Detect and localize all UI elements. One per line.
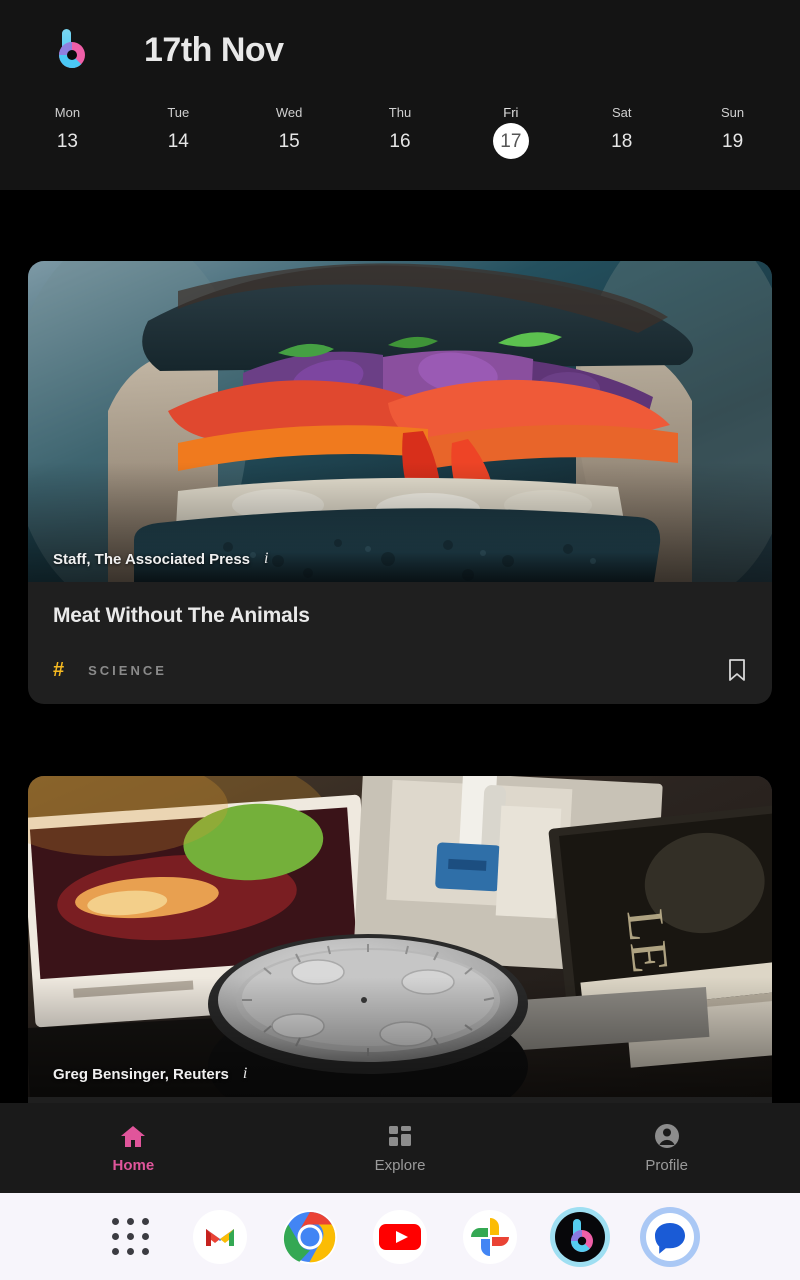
calendar-day-sat[interactable]: Sat 18 [566,100,677,186]
grid-icon [388,1123,412,1149]
header-top-row: 17th Nov [0,0,800,100]
news-card[interactable]: Staff, The Associated Press i Meat Witho… [28,261,772,704]
day-number: 15 [278,130,300,152]
app-screen: 17th Nov Mon 13 Tue 14 Wed 15 Thu 16 Fri… [0,0,800,1280]
day-name: Tue [167,105,190,120]
youtube-icon[interactable] [368,1205,432,1269]
day-number: 14 [167,130,189,152]
google-photos-icon[interactable] [458,1205,522,1269]
card-title: Meat Without The Animals [53,604,310,627]
day-name: Thu [388,105,412,120]
page-title: 17th Nov [144,30,284,69]
nav-label: Profile [645,1156,688,1174]
card-tag[interactable]: SCIENCE [88,663,167,678]
day-number: 13 [56,130,78,152]
day-number: 16 [389,130,411,152]
app-drawer-dots [111,1218,149,1255]
app-header: 17th Nov Mon 13 Tue 14 Wed 15 Thu 16 Fri… [0,0,800,190]
nav-item-explore[interactable]: Explore [267,1123,534,1174]
day-number-circle: 16 [382,123,418,159]
day-number-circle: 15 [271,123,307,159]
day-name: Mon [54,105,81,120]
card-byline: Staff, The Associated Press i [53,550,268,568]
bundle-app-icon[interactable] [548,1205,612,1269]
account-circle-icon [654,1123,680,1149]
day-number-circle: 13 [49,123,85,159]
google-messages-icon[interactable] [638,1205,702,1269]
day-name: Wed [275,105,303,120]
gmail-icon[interactable] [188,1205,252,1269]
day-name: Sun [721,105,745,120]
calendar-day-thu[interactable]: Thu 16 [345,100,456,186]
app-drawer-icon[interactable] [98,1205,162,1269]
bottom-navigation-bar: Home Explore Profile [0,1103,800,1193]
system-dock [0,1193,800,1280]
bookmark-icon[interactable] [727,658,747,682]
card-body: Meat Without The Animals # SCIENCE [28,582,772,704]
hash-icon: # [53,659,65,681]
day-number: 18 [611,130,633,152]
card-byline: Greg Bensinger, Reuters i [53,1065,247,1083]
nav-item-home[interactable]: Home [0,1123,267,1174]
card-meta-row: # SCIENCE [53,658,747,682]
info-italic-icon[interactable]: i [264,550,268,568]
day-number-circle: 19 [715,123,751,159]
calendar-day-tue[interactable]: Tue 14 [123,100,234,186]
calendar-day-sun[interactable]: Sun 19 [677,100,788,186]
news-feed[interactable]: Staff, The Associated Press i Meat Witho… [0,190,800,1103]
nav-label: Explore [374,1156,426,1174]
calendar-day-wed[interactable]: Wed 15 [234,100,345,186]
nav-item-profile[interactable]: Profile [533,1123,800,1174]
card-image-sandwich: Staff, The Associated Press i [28,261,772,582]
svg-text:LE: LE [615,907,678,976]
day-number: 19 [722,130,744,152]
byline-text: Greg Bensinger, Reuters [53,1065,229,1083]
byline-text: Staff, The Associated Press [53,550,251,568]
day-number-circle: 14 [160,123,196,159]
info-italic-icon[interactable]: i [243,1065,247,1083]
day-number-circle: 18 [604,123,640,159]
calendar-day-mon[interactable]: Mon 13 [12,100,123,186]
day-name: Sat [611,105,632,120]
chrome-icon[interactable] [278,1205,342,1269]
nav-label: Home [112,1156,155,1174]
calendar-day-fri-selected[interactable]: Fri 17 [455,100,566,186]
card-image-smart-speaker: LE Greg Bensinger, Reuters i [28,776,772,1097]
home-icon [120,1123,146,1149]
calendar-day-strip[interactable]: Mon 13 Tue 14 Wed 15 Thu 16 Fri 17 Sat 1… [0,100,800,186]
day-name: Fri [503,105,519,120]
day-number: 17 [500,130,522,152]
b-logo-icon [52,24,96,76]
day-number-circle-selected: 17 [492,123,529,159]
news-card[interactable]: LE Greg Bensinger, Reuters i [28,776,772,1103]
